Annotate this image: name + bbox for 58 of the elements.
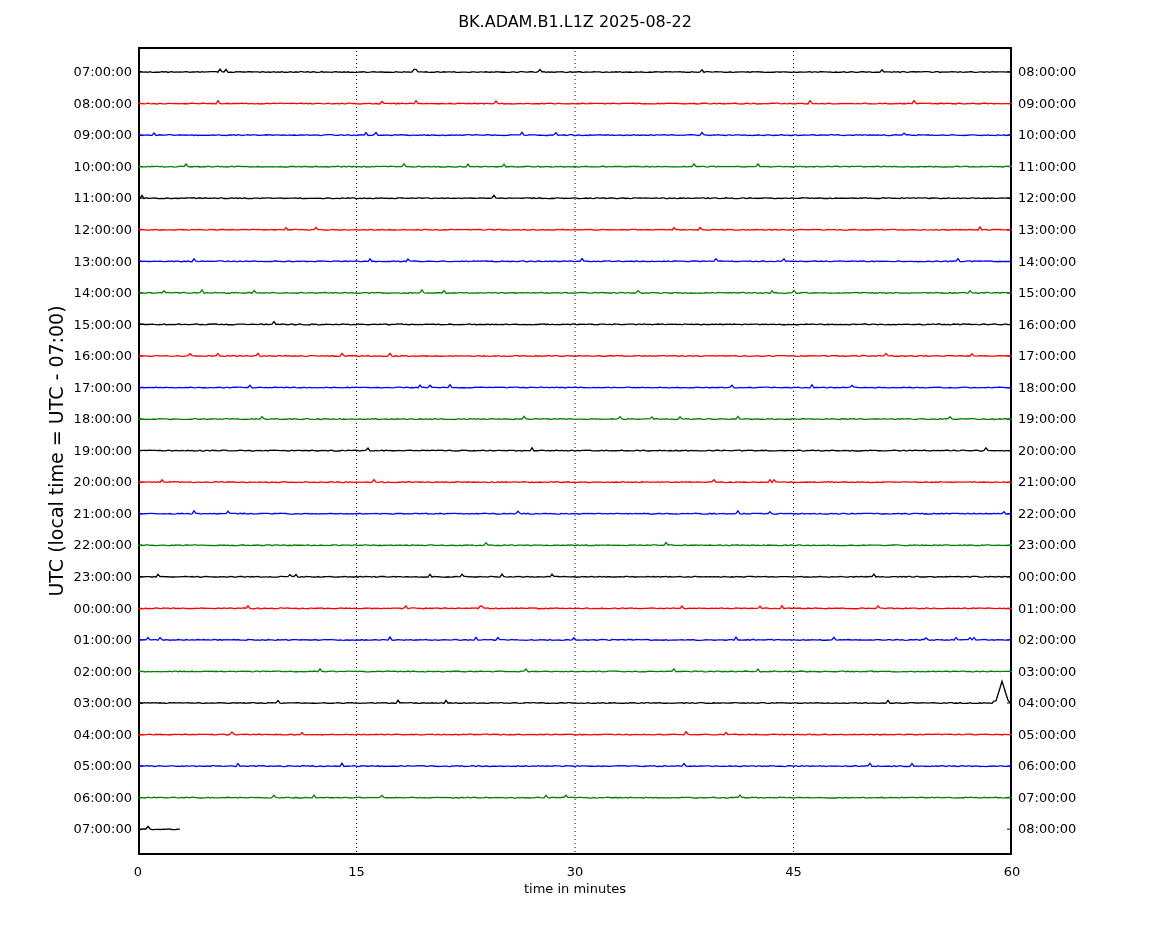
time-label: 03:00:00 xyxy=(73,694,132,713)
time-label: 01:00:00 xyxy=(73,631,132,650)
time-label: 16:00:00 xyxy=(1018,315,1077,334)
time-label: 11:00:00 xyxy=(1018,157,1077,176)
time-label: 00:00:00 xyxy=(73,599,132,618)
time-label: 01:00:00 xyxy=(1018,599,1077,618)
time-label: 04:00:00 xyxy=(73,725,132,744)
time-label: 12:00:00 xyxy=(1018,189,1077,208)
time-label: 08:00:00 xyxy=(73,94,132,113)
tick-label: 0 xyxy=(133,864,143,879)
time-label: 08:00:00 xyxy=(1018,820,1077,839)
axis-label: UTC (local time = UTC - 07:00) xyxy=(45,305,67,597)
tick-label: 60 xyxy=(1003,864,1021,879)
time-label: 13:00:00 xyxy=(73,252,132,271)
chart-title: BK.ADAM.B1.L1Z 2025-08-22 xyxy=(458,12,692,31)
time-label: 02:00:00 xyxy=(73,662,132,681)
axis-label: time in minutes xyxy=(523,881,627,898)
time-label: 11:00:00 xyxy=(73,189,132,208)
time-label: 17:00:00 xyxy=(73,378,132,397)
time-label: 18:00:00 xyxy=(1018,378,1077,397)
time-label: 10:00:00 xyxy=(1018,126,1077,145)
time-label: 12:00:00 xyxy=(73,220,132,239)
time-label: 08:00:00 xyxy=(1018,63,1077,82)
time-label: 15:00:00 xyxy=(73,315,132,334)
time-label: 10:00:00 xyxy=(73,157,132,176)
time-label: 14:00:00 xyxy=(73,284,132,303)
time-label: 23:00:00 xyxy=(73,567,132,586)
tick-label: 15 xyxy=(348,864,365,879)
time-label: 02:00:00 xyxy=(1018,631,1077,650)
time-label: 05:00:00 xyxy=(1018,725,1077,744)
time-label: 07:00:00 xyxy=(73,820,132,839)
time-label: 13:00:00 xyxy=(1018,220,1077,239)
time-label: 09:00:00 xyxy=(1018,94,1077,113)
time-label: 22:00:00 xyxy=(1018,504,1077,523)
time-label: 21:00:00 xyxy=(1018,473,1077,492)
time-label: 07:00:00 xyxy=(1018,788,1077,807)
tick-label: 30 xyxy=(566,864,584,879)
time-label: 22:00:00 xyxy=(73,536,132,555)
time-label: 19:00:00 xyxy=(1018,410,1077,429)
time-label: 17:00:00 xyxy=(1018,347,1077,366)
time-label: 18:00:00 xyxy=(73,410,132,429)
time-label: 20:00:00 xyxy=(1018,441,1077,460)
time-label: 16:00:00 xyxy=(73,347,132,366)
time-label: 20:00:00 xyxy=(73,473,132,492)
time-label: 04:00:00 xyxy=(1018,694,1077,713)
time-label: 00:00:00 xyxy=(1018,567,1077,586)
tick-label: 45 xyxy=(785,864,802,879)
time-label: 06:00:00 xyxy=(73,788,132,807)
time-label: 07:00:00 xyxy=(73,63,132,82)
time-label: 06:00:00 xyxy=(1018,757,1077,776)
time-label: 14:00:00 xyxy=(1018,252,1077,271)
time-label: 03:00:00 xyxy=(1018,662,1077,681)
time-label: 21:00:00 xyxy=(73,504,132,523)
time-label: 15:00:00 xyxy=(1018,284,1077,303)
time-label: 23:00:00 xyxy=(1018,536,1077,555)
time-label: 05:00:00 xyxy=(73,757,132,776)
time-label: 19:00:00 xyxy=(73,441,132,460)
time-label: 09:00:00 xyxy=(73,126,132,145)
